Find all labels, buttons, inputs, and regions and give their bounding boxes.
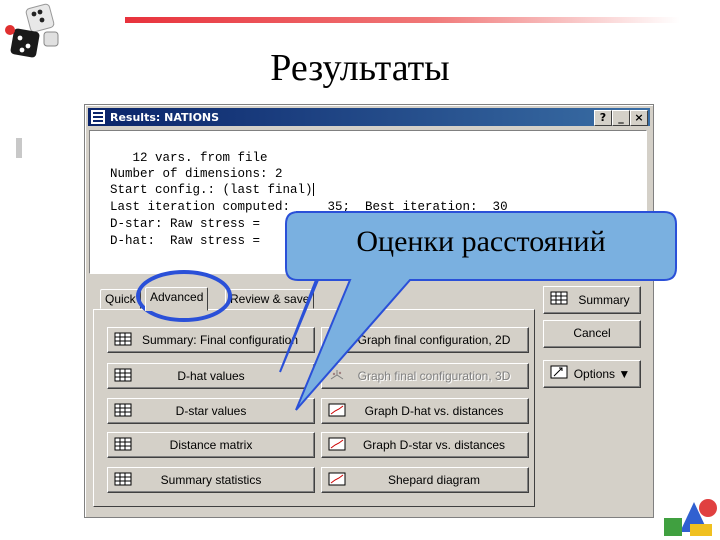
d-star-values-button[interactable]: D-star values	[107, 398, 315, 424]
app-icon	[91, 110, 105, 124]
tab-quick[interactable]: Quick	[100, 289, 141, 309]
output-line: Start config.: (last final)	[110, 183, 314, 197]
close-button[interactable]: ×	[630, 110, 648, 126]
d-hat-values-button[interactable]: D-hat values	[107, 363, 315, 389]
cancel-button[interactable]: Cancel	[543, 320, 641, 348]
distance-matrix-button[interactable]: Distance matrix	[107, 432, 315, 458]
summary-table-icon	[550, 291, 568, 305]
text-caret	[312, 183, 314, 197]
slide-title: Результаты	[270, 47, 450, 89]
help-button[interactable]: ?	[594, 110, 612, 126]
left-edge-marker	[16, 138, 22, 158]
output-line: D-hat: Raw stress =	[110, 234, 261, 248]
tab-review-save[interactable]: Review & save	[225, 289, 315, 309]
summary-button[interactable]: Summary	[543, 286, 641, 314]
output-line: Number of dimensions: 2	[110, 167, 283, 181]
geometry-decoration	[664, 499, 717, 536]
window-titlebar[interactable]: Results: NATIONS ? _ ×	[88, 108, 650, 126]
graph-final-configuration-3d-button[interactable]: Graph final configuration, 3D	[321, 363, 529, 389]
window-title: Results: NATIONS	[110, 111, 220, 124]
minimize-button[interactable]: _	[612, 110, 630, 126]
output-line: 12 vars. from file	[110, 151, 268, 165]
options-button[interactable]: Options ▼	[543, 360, 641, 388]
graph-d-star-vs-distances-button[interactable]: Graph D-star vs. distances	[321, 432, 529, 458]
output-line: D-star: Raw stress =	[110, 217, 261, 231]
title-accent-rule	[125, 17, 680, 23]
results-window: Results: NATIONS ? _ × 12 vars. from fil…	[84, 104, 654, 518]
summary-final-configuration-button[interactable]: Summary: Final configuration	[107, 327, 315, 353]
shepard-diagram-button[interactable]: Shepard diagram	[321, 467, 529, 493]
graph-d-hat-vs-distances-button[interactable]: Graph D-hat vs. distances	[321, 398, 529, 424]
graph-final-configuration-2d-button[interactable]: Graph final configuration, 2D	[321, 327, 529, 353]
callout-text: Оценки расстояний	[356, 225, 606, 258]
summary-statistics-button[interactable]: Summary statistics	[107, 467, 315, 493]
tab-advanced[interactable]: Advanced	[145, 287, 209, 311]
